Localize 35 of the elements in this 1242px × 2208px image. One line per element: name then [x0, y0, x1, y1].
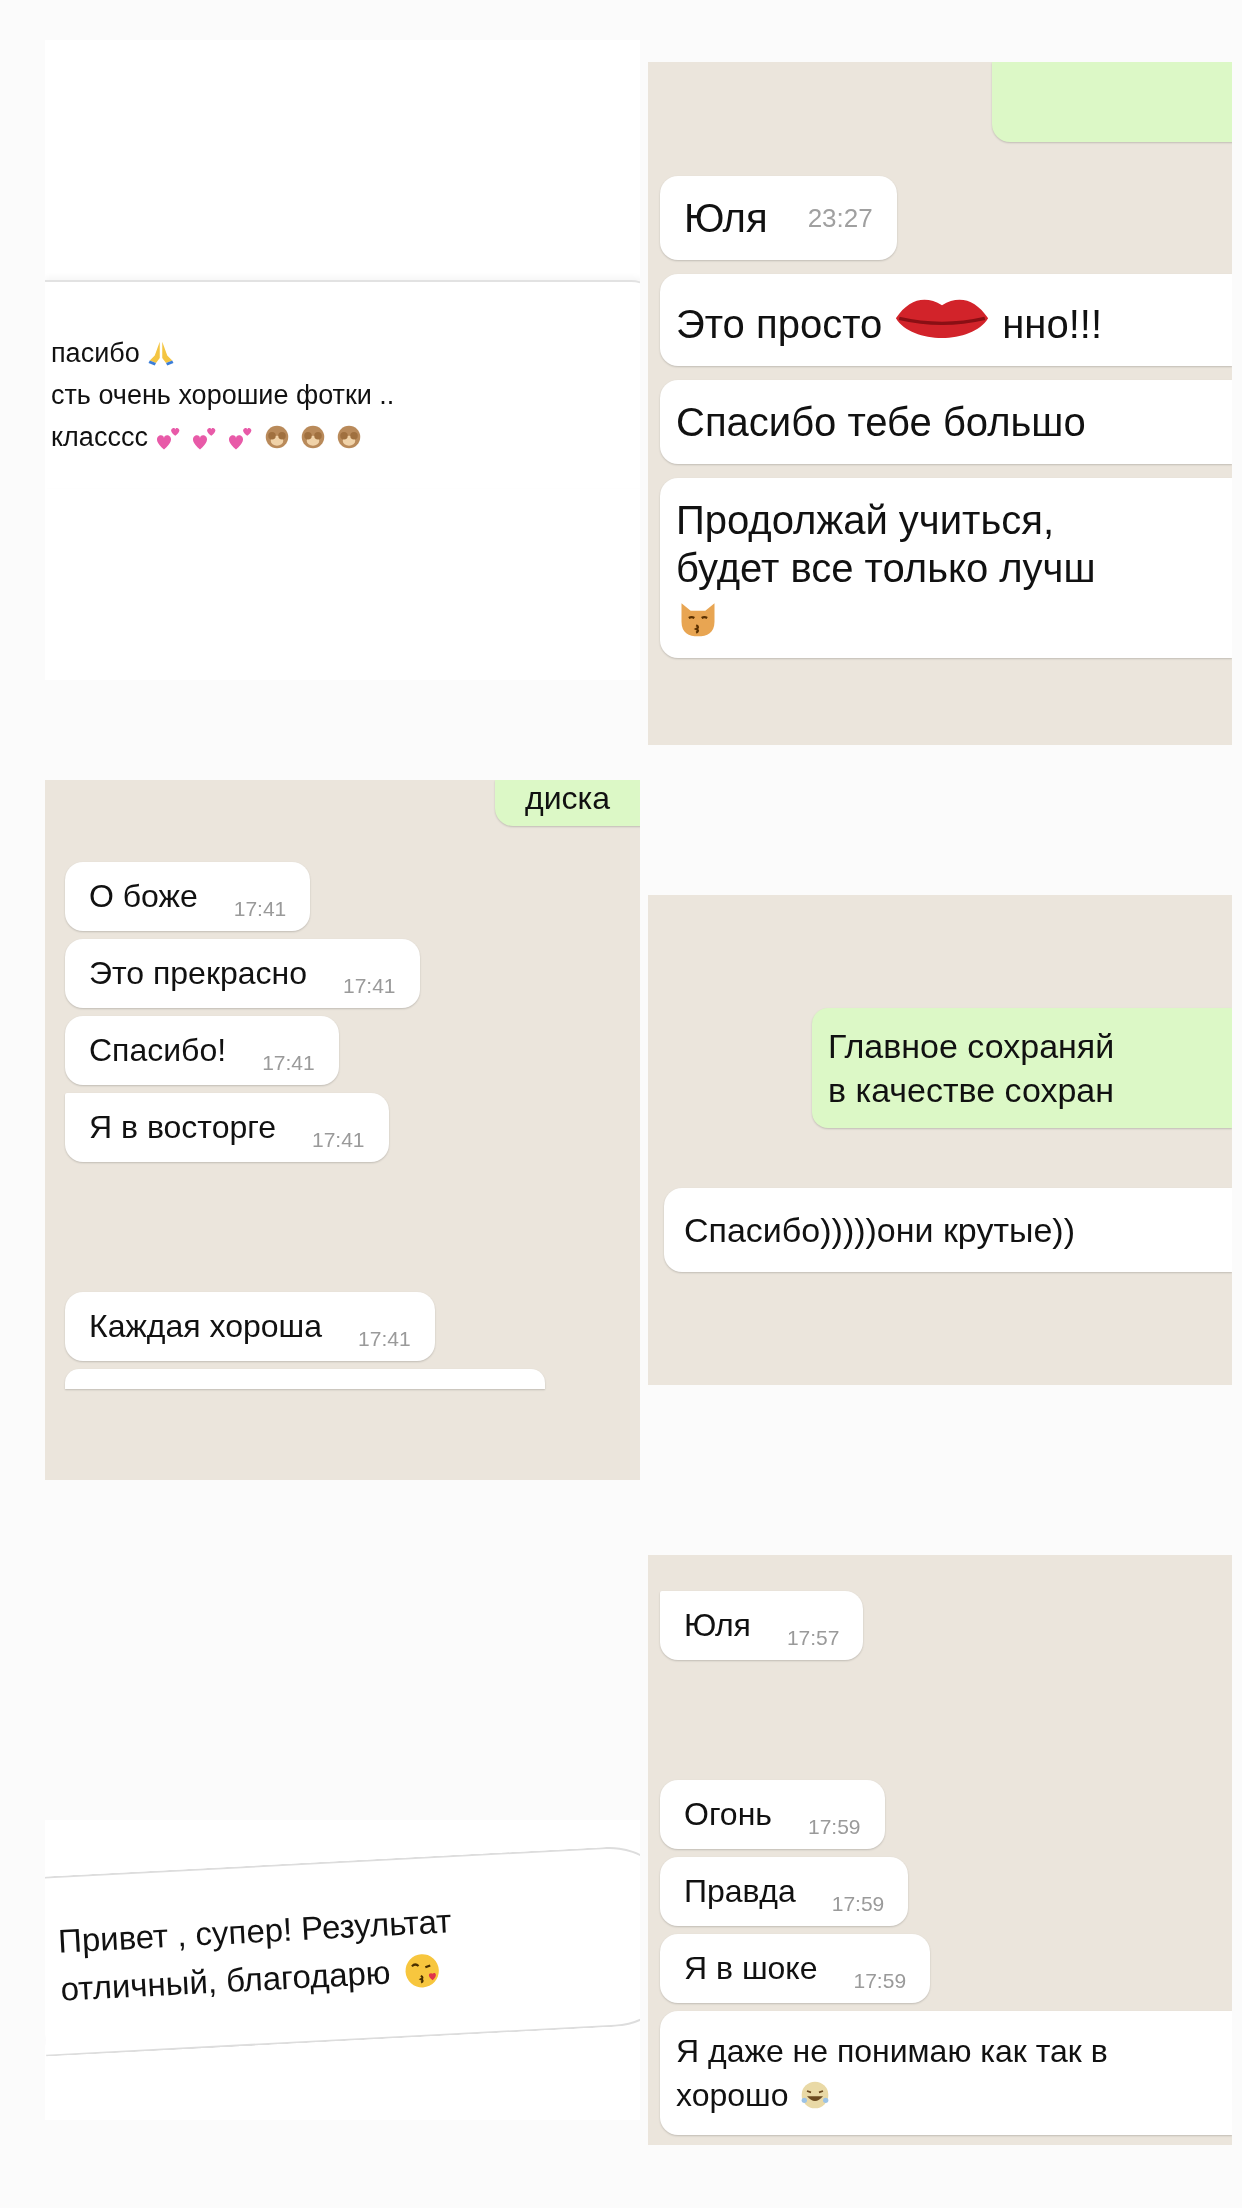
message-text: Юля [684, 195, 768, 242]
message-time: 17:41 [262, 1051, 315, 1075]
message-time: 17:59 [853, 1969, 907, 1993]
message-text: Я даже не понимаю как так в [676, 2032, 1108, 2071]
message-time: 17:41 [312, 1128, 365, 1152]
message-text: нно!!! [1002, 301, 1102, 348]
message-time: 17:41 [358, 1327, 411, 1351]
message-text: будет все только лучш [676, 545, 1096, 592]
message-text: хорошо [676, 2073, 831, 2117]
message-text: Каждая хороша [89, 1308, 323, 1345]
message-text: Я в шоке [684, 1950, 818, 1987]
message-text: Привет , супер! Результат [56, 1901, 453, 1962]
message-text: Юля [684, 1607, 751, 1644]
message-time: 17:41 [233, 897, 287, 921]
message-text: Спасибо)))))они крутые)) [684, 1210, 1075, 1251]
message-time: 17:57 [786, 1626, 840, 1650]
message-text: Спасибо тебе большо [676, 399, 1086, 446]
message-time: 23:27 [807, 202, 873, 235]
message-text: Спасибо! [89, 1032, 227, 1069]
message-text: О боже [89, 878, 198, 915]
message-time: 17:41 [342, 974, 396, 998]
message-time: 17:59 [831, 1892, 885, 1916]
message-text: Главное сохраняй [828, 1026, 1115, 1067]
message-text: пасибо [51, 337, 140, 370]
message-text: Продолжай учиться, [676, 497, 1054, 544]
message-text: Правда [684, 1873, 796, 1910]
message-text: Огонь [684, 1796, 772, 1833]
message-time: 17:59 [808, 1815, 861, 1839]
message-text: Это прекрасно [89, 955, 307, 992]
message-text: в качестве сохран [828, 1070, 1115, 1111]
message-text: сть очень хорошие фотки .. [51, 379, 395, 412]
message-text: Я в восторге [89, 1109, 276, 1146]
sent-message: диска [494, 780, 640, 826]
message-text: класссс [51, 421, 148, 454]
message-text: Это просто [676, 301, 883, 348]
